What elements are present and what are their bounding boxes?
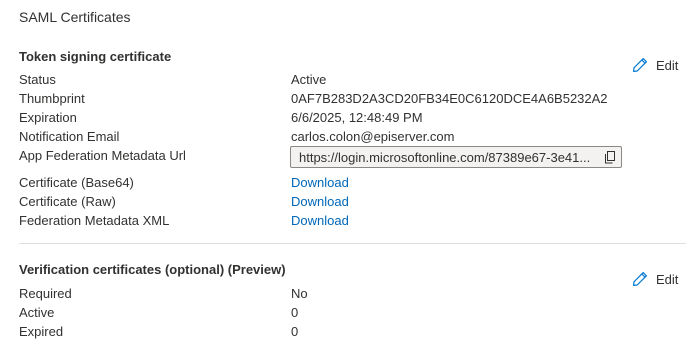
- metadata-url-text[interactable]: https://login.microsoftonline.com/87389e…: [291, 150, 599, 165]
- page-title: SAML Certificates: [19, 9, 131, 25]
- section-divider: [19, 243, 686, 244]
- notification-email-value: carlos.colon@episerver.com: [291, 129, 455, 144]
- metadata-url-label: App Federation Metadata Url: [19, 148, 186, 163]
- federation-metadata-xml-download-link[interactable]: Download: [291, 212, 349, 229]
- pencil-icon: [632, 271, 648, 287]
- pencil-icon: [632, 57, 648, 73]
- thumbprint-label: Thumbprint: [19, 91, 85, 106]
- status-value: Active: [291, 72, 327, 87]
- notification-email-label: Notification Email: [19, 129, 120, 144]
- active-label: Active: [19, 305, 55, 320]
- token-signing-edit-button[interactable]: Edit: [632, 57, 678, 73]
- thumbprint-value: 0AF7B283D2A3CD20FB34E0C6120DCE4A6B5232A2: [291, 91, 608, 106]
- certificate-raw-label: Certificate (Raw): [19, 194, 116, 209]
- active-value: 0: [291, 305, 299, 320]
- certificate-base64-label: Certificate (Base64): [19, 175, 134, 190]
- verification-section-title: Verification certificates (optional) (Pr…: [19, 262, 286, 277]
- expired-label: Expired: [19, 324, 64, 339]
- metadata-url-field[interactable]: https://login.microsoftonline.com/87389e…: [290, 146, 622, 168]
- expiration-label: Expiration: [19, 110, 77, 125]
- status-label: Status: [19, 72, 56, 87]
- expiration-value: 6/6/2025, 12:48:49 PM: [291, 110, 423, 125]
- required-value: No: [291, 286, 308, 301]
- expired-value: 0: [291, 324, 299, 339]
- verification-edit-button[interactable]: Edit: [632, 271, 678, 287]
- edit-label: Edit: [656, 57, 679, 73]
- copy-icon[interactable]: [599, 147, 621, 167]
- edit-label: Edit: [656, 271, 679, 287]
- required-label: Required: [19, 286, 72, 301]
- federation-metadata-xml-label: Federation Metadata XML: [19, 213, 170, 228]
- certificate-base64-download-link[interactable]: Download: [291, 174, 349, 191]
- token-signing-section-title: Token signing certificate: [19, 49, 172, 64]
- certificate-raw-download-link[interactable]: Download: [291, 193, 349, 210]
